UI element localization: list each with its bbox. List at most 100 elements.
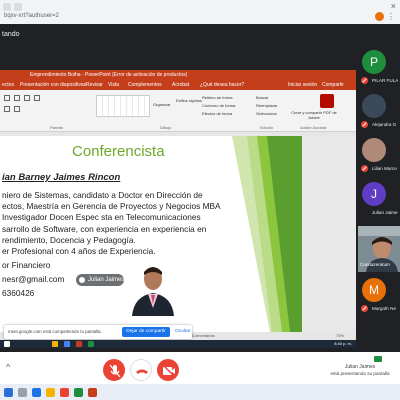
indent-icon[interactable] [4,106,10,112]
share-banner-message: meet.google.com está compartiendo tu pan… [8,329,102,334]
email-line: nesr@gmail.com [2,274,65,284]
group-label: Párrafo [50,125,64,130]
mic-off-icon [109,364,121,378]
leave-call-button[interactable] [130,359,152,381]
taskbar-clock: 8:40 p. m. [334,341,352,346]
participant-name: PILAR FULA [372,78,399,83]
mic-icon [79,277,85,283]
avatar-photo [362,138,386,162]
create-pdf-button[interactable]: Crear y compartir PDF de Adobe [290,110,338,120]
phone-line: 6360426 [2,288,35,298]
group-label: Adobe Acrobat [300,125,327,130]
comments-button[interactable]: Comentarios [192,333,215,338]
mic-off-icon [361,165,368,172]
camera-toggle-button[interactable] [157,359,179,381]
replace-button[interactable]: Reemplazar [256,103,278,108]
share-link[interactable]: Compartir [322,82,344,88]
participant-name: Margoth Ne [372,306,397,311]
arrange-button[interactable]: Organizar [153,102,171,107]
shapes-gallery[interactable] [96,95,150,117]
participant-video[interactable]: Cunitazeratum [358,226,400,272]
hide-banner-button[interactable]: Ocultar [175,329,190,334]
quick-styles-button[interactable]: Estilos rápidos [176,98,202,103]
align-icon[interactable] [34,95,40,101]
screen: × bqxv-xrt?authuser=2 ⋮ tando Emprendimi… [0,0,400,400]
align-icon[interactable] [4,95,10,101]
edge-icon[interactable] [32,388,41,397]
acrobat-icon[interactable] [320,94,334,108]
avatar-photo [362,94,386,118]
chrome-icon[interactable] [60,388,69,397]
zoom-level[interactable]: 75% [336,333,344,338]
camera-off-icon [162,364,176,378]
meet-top-bar: tando [0,24,400,46]
bio-line: Investigador Docen Espec sta en Telecomu… [2,212,201,223]
ribbon-tab[interactable]: Complementos [128,82,162,88]
taskbar-app-icon [76,341,82,347]
bio-line: ectos, Maestría en Gerencia de Proyectos… [2,201,221,212]
mic-off-icon [361,121,368,128]
indent-icon[interactable] [14,106,20,112]
taskbar-app-icon [52,341,58,347]
tab-icon[interactable] [14,3,22,11]
store-icon[interactable] [74,388,83,397]
start-icon[interactable] [4,388,13,397]
taskbar-app-icon [88,341,94,347]
speaker-bio: niero de Sistemas, candidato a Doctor en… [2,190,234,246]
ribbon-tab[interactable]: ectos [2,82,14,88]
file-explorer-icon[interactable] [46,388,55,397]
ribbon-tab[interactable]: Acrobat [172,82,189,88]
participant-name: Lilian Marce [372,166,397,171]
address-bar[interactable]: bqxv-xrt?authuser=2 [4,13,59,19]
close-icon[interactable]: × [391,1,396,11]
ribbon-tab[interactable]: Vista [108,82,119,88]
presenting-status: está presentando su pantalla [330,371,390,376]
windows-taskbar [0,384,400,400]
slide[interactable]: Conferencista ian Barney Jaimes Rincon n… [0,136,302,332]
speaker-name: ian Barney Jaimes Rincon [2,172,121,183]
browser-menu-icon[interactable]: ⋮ [387,12,395,21]
search-icon[interactable] [18,388,27,397]
avatar: J [362,182,386,206]
presenter-label: tando [2,31,20,38]
ribbon-tab[interactable]: Presentación con diapositivas [20,82,86,88]
ribbon: Organizar Estilos rápidos Relleno de for… [0,90,356,132]
bio-line: niero de Sistemas, candidato a Doctor en… [2,190,203,200]
group-label: Edición [260,125,274,130]
shared-screen: Emprendimiento Boiha - PowerPoint (Error… [0,70,356,348]
align-icon[interactable] [14,95,20,101]
select-button[interactable]: Seleccionar [256,111,277,116]
participant-name: Alejandra G [372,122,397,127]
taskbar-app-icon [64,341,70,347]
speaker-photo [130,262,176,316]
shape-fill-button[interactable]: Relleno de forma [202,95,232,100]
mic-off-icon [361,305,368,312]
avatar: P [362,50,386,74]
ribbon-search[interactable]: ¿Qué desea hacer? [200,82,244,88]
ribbon-tab[interactable]: Revisar [86,82,103,88]
stop-sharing-button[interactable]: Dejar de compartir [122,327,170,337]
powerpoint-titlebar: Emprendimiento Boiha - PowerPoint (Error… [0,70,356,80]
participant-name: Julian Jaime [372,210,398,215]
chevron-up-icon[interactable]: ^ [6,362,10,372]
shape-outline-button[interactable]: Contorno de forma [202,103,235,108]
mic-toggle-button[interactable] [103,359,125,381]
speaker-indicator-name: Julian Jaimes [88,277,125,283]
tab-icon[interactable] [3,3,11,11]
presenting-name: Julian Jaimes [344,364,376,370]
profile-avatar[interactable] [375,12,384,21]
speaker-indicator: Julian Jaimes [76,274,124,286]
participant-name: Cunitazeratum [360,262,390,267]
presenting-icon[interactable] [374,356,382,362]
slide-title: Conferencista [72,143,165,160]
slide-margin [302,136,356,332]
share-banner: meet.google.com está compartiendo tu pan… [4,325,192,339]
sign-in-link[interactable]: Iniciar sesión [288,82,317,88]
align-icon[interactable] [24,95,30,101]
avatar: M [362,278,386,302]
find-button[interactable]: Buscar [256,95,268,100]
powerpoint-icon[interactable] [88,388,97,397]
start-icon [4,341,10,347]
ribbon-tabs: ectos Presentación con diapositivas Revi… [0,80,356,90]
shape-effects-button[interactable]: Efectos de forma [202,111,232,116]
